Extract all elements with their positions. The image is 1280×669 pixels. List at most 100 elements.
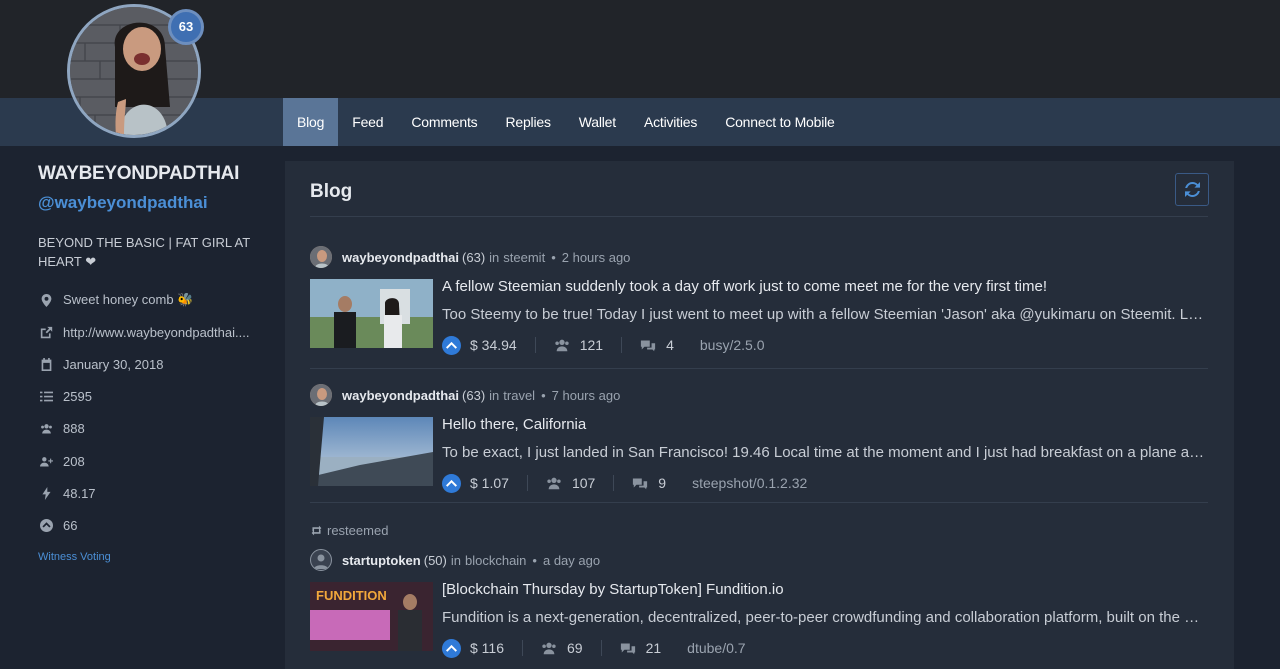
resteemed-label: resteemed: [310, 523, 388, 538]
post-app: dtube/0.7: [687, 640, 746, 656]
tab-comments[interactable]: Comments: [397, 98, 491, 146]
post-title[interactable]: Hello there, California: [442, 416, 1208, 433]
list-item: waybeyondpadthai (63) in steemit • 2 hou…: [310, 245, 1208, 360]
posts-count: 2595: [63, 388, 92, 404]
votes-count[interactable]: 69: [567, 640, 583, 656]
tab-connect-to-mobile[interactable]: Connect to Mobile: [711, 98, 848, 146]
divider: [526, 475, 528, 491]
post-thumbnail[interactable]: [310, 279, 433, 348]
thumbnail-text: FUNDITION: [316, 588, 387, 603]
profile-sidebar: WAYBEYONDPADTHAI @waybeyondpadthai BEYON…: [0, 146, 283, 669]
chevron-up-icon: [446, 341, 457, 349]
users-icon: [541, 641, 557, 655]
post-excerpt[interactable]: Too Steemy to be true! Today I just went…: [442, 306, 1208, 323]
map-marker-icon: [38, 292, 54, 308]
profile-avatar-wrap: 63: [67, 4, 204, 138]
author-avatar[interactable]: [310, 384, 332, 406]
reputation-badge: 63: [168, 9, 204, 45]
author-name[interactable]: waybeyondpadthai: [342, 388, 459, 403]
post-title[interactable]: A fellow Steemian suddenly took a day of…: [442, 278, 1208, 295]
comments-count[interactable]: 9: [658, 475, 666, 491]
divider: [310, 216, 1208, 217]
stat-following: 208: [38, 451, 85, 471]
author-name[interactable]: startuptoken: [342, 553, 421, 568]
votes-count[interactable]: 107: [572, 475, 595, 491]
followers-count: 888: [63, 420, 85, 436]
witness-voting-link[interactable]: Witness Voting: [38, 551, 111, 563]
post-excerpt[interactable]: Fundition is a next-generation, decentra…: [442, 609, 1208, 626]
comments-count[interactable]: 4: [666, 337, 674, 353]
comments-icon: [640, 338, 656, 352]
in-label: in: [450, 552, 461, 568]
upvote-button[interactable]: [442, 473, 461, 493]
post-meta: $ 34.94 121 4 busy/2.5.0: [442, 334, 764, 356]
post-category[interactable]: travel: [503, 388, 535, 403]
stat-website[interactable]: http://www.waybeyondpadthai....: [38, 322, 249, 342]
post-header: waybeyondpadthai (63) in travel • 7 hour…: [310, 383, 620, 407]
divider: [621, 337, 623, 353]
divider: [613, 475, 615, 491]
user-plus-icon: [38, 453, 54, 469]
external-link-icon: [38, 324, 54, 340]
chevron-up-icon: [446, 479, 457, 487]
post-title[interactable]: [Blockchain Thursday by StartupToken] Fu…: [442, 581, 1208, 598]
tab-blog[interactable]: Blog: [283, 98, 339, 146]
users-icon: [38, 420, 54, 436]
list-item: waybeyondpadthai (63) in travel • 7 hour…: [310, 383, 1208, 498]
website-link[interactable]: http://www.waybeyondpadthai....: [63, 325, 249, 340]
author-avatar[interactable]: [310, 549, 332, 571]
bolt-icon: [38, 485, 54, 501]
profile-display-name: WAYBEYONDPADTHAI: [38, 163, 240, 184]
payout-value[interactable]: $ 34.94: [470, 337, 517, 353]
stat-voting-power: 48.17: [38, 483, 96, 503]
author-avatar[interactable]: [310, 246, 332, 268]
users-icon: [546, 476, 562, 490]
refresh-button[interactable]: [1175, 173, 1209, 206]
profile-nav: Blog Feed Comments Replies Wallet Activi…: [283, 98, 849, 146]
post-meta: $ 1.07 107 9 steepshot/0.1.2.32: [442, 472, 807, 494]
stat-joined: January 30, 2018: [38, 354, 163, 374]
chevron-up-icon: [446, 644, 457, 652]
tab-replies[interactable]: Replies: [491, 98, 564, 146]
page-title: Blog: [310, 181, 353, 202]
divider: [522, 640, 523, 656]
in-label: in: [489, 387, 500, 403]
comments-icon: [632, 476, 648, 490]
profile-handle[interactable]: @waybeyondpadthai: [38, 193, 208, 213]
payout-value[interactable]: $ 116: [470, 640, 504, 656]
upvote-button[interactable]: [442, 335, 461, 355]
stat-followers: 888: [38, 418, 85, 438]
post-app: busy/2.5.0: [699, 337, 765, 353]
divider: [534, 337, 536, 353]
calendar-icon: [38, 356, 54, 372]
post-thumbnail[interactable]: FUNDITION: [310, 582, 433, 651]
list-item: startuptoken (50) in blockchain • a day …: [310, 548, 1208, 663]
stat-66-value: 66: [63, 517, 78, 533]
post-category[interactable]: blockchain: [465, 553, 526, 568]
post-time[interactable]: a day ago: [543, 553, 600, 568]
list-icon: [38, 388, 54, 404]
stat-posts: 2595: [38, 386, 92, 406]
tab-activities[interactable]: Activities: [630, 98, 711, 146]
post-time[interactable]: 2 hours ago: [562, 250, 631, 265]
tab-feed[interactable]: Feed: [338, 98, 397, 146]
payout-value[interactable]: $ 1.07: [470, 475, 509, 491]
stat-upvote: 66: [38, 515, 77, 535]
upvote-button[interactable]: [442, 638, 461, 658]
profile-bio: BEYOND THE BASIC | FAT GIRL AT HEART ❤: [38, 235, 250, 269]
comments-count[interactable]: 21: [646, 640, 662, 656]
votes-count[interactable]: 121: [580, 337, 603, 353]
in-label: in: [489, 249, 500, 265]
author-rep: (50): [423, 552, 447, 568]
post-header: waybeyondpadthai (63) in steemit • 2 hou…: [310, 245, 630, 269]
author-name[interactable]: waybeyondpadthai: [342, 250, 459, 265]
chevron-up-circle-icon: [38, 517, 54, 533]
stat-location: Sweet honey comb 🐝: [38, 290, 193, 310]
tab-wallet[interactable]: Wallet: [565, 98, 630, 146]
post-excerpt[interactable]: To be exact, I just landed in San Franci…: [442, 444, 1208, 461]
author-rep: (63): [462, 387, 486, 403]
post-meta: $ 116 69 21 dtube/0.7: [442, 637, 746, 659]
post-time[interactable]: 7 hours ago: [552, 388, 621, 403]
post-category[interactable]: steemit: [503, 250, 545, 265]
post-thumbnail[interactable]: [310, 417, 433, 486]
